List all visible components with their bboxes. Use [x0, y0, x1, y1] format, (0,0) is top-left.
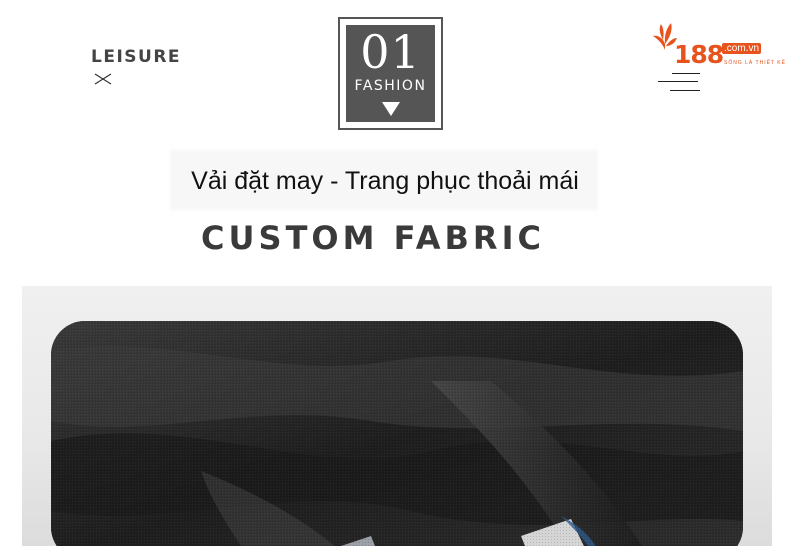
fashion-badge: 01 FASHION — [338, 17, 443, 130]
arrow-down-icon — [382, 102, 400, 116]
headline: CUSTOM FABRIC — [201, 219, 545, 257]
menu-icon[interactable] — [658, 72, 702, 94]
logo-tagline: SỐNG LÀ THIẾT KẾ — [724, 60, 786, 66]
cross-icon — [94, 73, 112, 85]
brand-logo[interactable]: 188 .com.vn SỐNG LÀ THIẾT KẾ — [650, 22, 790, 72]
badge-label: FASHION — [354, 78, 427, 94]
subtitle: Vải đặt may - Trang phục thoải mái — [191, 167, 579, 195]
logo-number: 188 — [674, 40, 724, 69]
logo-domain: .com.vn — [722, 43, 762, 54]
badge-number: 01 — [360, 25, 421, 79]
fabric-image — [51, 321, 743, 546]
leisure-label: LEISURE — [91, 47, 182, 67]
